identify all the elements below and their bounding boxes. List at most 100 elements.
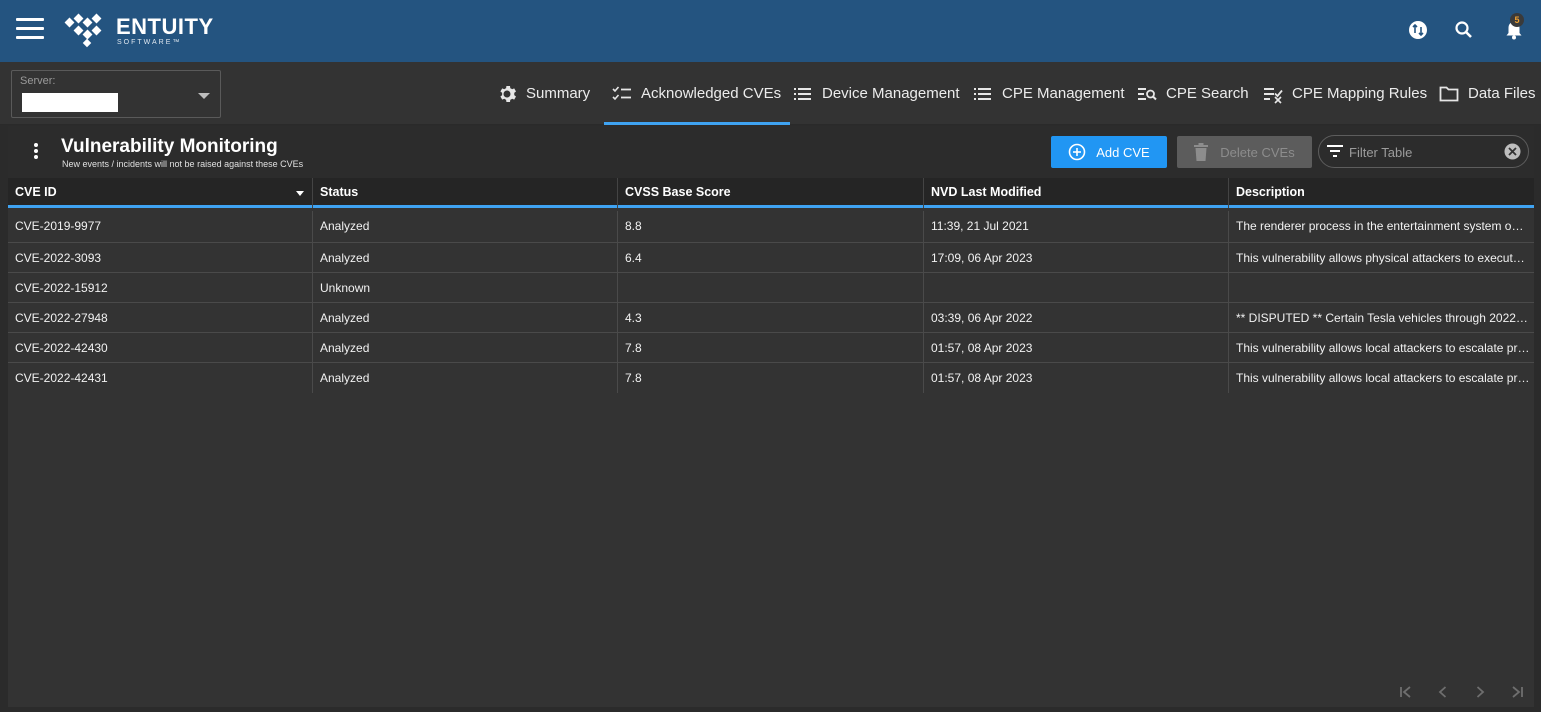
cell-description: This vulnerability allows physical attac… [1229,243,1534,273]
entuity-logo[interactable]: ENTUITY SOFTWARE™ [64,12,214,50]
tab-data-files[interactable]: Data Files [1439,62,1536,125]
cell-status: Analyzed [313,303,618,333]
page-title: Vulnerability Monitoring [61,136,278,157]
tab-cpe-search[interactable]: CPE Search [1137,62,1249,125]
table-body: CVE-2019-9977 Analyzed 8.8 11:39, 21 Jul… [8,211,1534,393]
column-label: Status [320,185,359,199]
table-row[interactable]: CVE-2022-27948 Analyzed 4.3 03:39, 06 Ap… [8,303,1534,333]
list-icon [794,87,811,100]
chevron-down-icon [198,93,210,99]
table-toolbar: Vulnerability Monitoring New events / in… [8,126,1534,178]
server-select[interactable]: Server: [11,70,221,118]
gear-icon [500,85,516,102]
cell-cve-id: CVE-2022-15912 [8,273,313,303]
nav-bar: Server: Summary Acknowledged CVEs Device… [0,62,1541,125]
server-value [22,93,118,112]
server-label: Server: [20,75,56,87]
list-rule-icon [1264,87,1283,104]
table-row[interactable]: CVE-2022-3093 Analyzed 6.4 17:09, 06 Apr… [8,243,1534,273]
cell-description [1229,273,1534,303]
cell-cvss-score: 4.3 [618,303,924,333]
cell-cvss-score: 6.4 [618,243,924,273]
column-header-cvss-base-score[interactable]: CVSS Base Score [618,178,924,208]
tab-label: Device Management [822,85,960,102]
checklist-icon [612,85,631,100]
tab-device-management[interactable]: Device Management [793,62,960,125]
column-label: CVE ID [15,185,57,199]
filter-input[interactable] [1349,142,1499,162]
content-panel: Vulnerability Monitoring New events / in… [8,126,1534,707]
sort-desc-icon [296,191,304,196]
brand-sub: SOFTWARE™ [117,39,182,46]
column-label: NVD Last Modified [931,185,1042,199]
table-row[interactable]: CVE-2019-9977 Analyzed 8.8 11:39, 21 Jul… [8,211,1534,243]
cell-description: The renderer process in the entertainmen… [1229,211,1534,243]
column-header-status[interactable]: Status [313,178,618,208]
delete-cves-label: Delete CVEs [1220,144,1295,160]
cell-cve-id: CVE-2022-42430 [8,333,313,363]
cell-nvd-modified: 03:39, 06 Apr 2022 [924,303,1229,333]
menu-icon[interactable] [16,18,44,40]
cell-cvss-score [618,273,924,303]
add-cve-label: Add CVE [1096,144,1150,160]
tab-cpe-management[interactable]: CPE Management [973,62,1125,125]
cell-cvss-score: 8.8 [618,211,924,243]
tab-label: CPE Search [1166,85,1249,102]
app-header: ENTUITY SOFTWARE™ 5 [0,0,1541,62]
more-vert-icon[interactable] [30,143,42,161]
page-subtitle: New events / incidents will not be raise… [62,159,304,169]
trash-icon [1194,143,1209,161]
delete-cves-button[interactable]: Delete CVEs [1177,136,1312,168]
cell-description: ** DISPUTED ** Certain Tesla vehicles th… [1229,303,1534,333]
cell-cve-id: CVE-2022-27948 [8,303,313,333]
list-search-icon [1138,87,1157,100]
list-icon [974,87,991,100]
next-page-icon[interactable] [1472,684,1488,700]
cell-nvd-modified: 17:09, 06 Apr 2023 [924,243,1229,273]
cell-status: Analyzed [313,243,618,273]
tab-summary[interactable]: Summary [497,62,590,125]
column-label: CVSS Base Score [625,185,731,199]
first-page-icon[interactable] [1398,684,1414,700]
column-header-nvd-last-modified[interactable]: NVD Last Modified [924,178,1229,208]
cell-status: Analyzed [313,333,618,363]
tab-acknowledged-cves[interactable]: Acknowledged CVEs [603,62,791,125]
brand-name: ENTUITY [116,14,214,39]
cell-cvss-score: 7.8 [618,333,924,363]
previous-page-icon[interactable] [1435,684,1451,700]
tab-cpe-mapping-rules[interactable]: CPE Mapping Rules [1263,62,1427,125]
filter-box [1318,135,1529,168]
tab-label: Acknowledged CVEs [641,85,782,102]
filter-icon [1327,145,1343,157]
column-header-description[interactable]: Description [1229,178,1534,208]
add-circle-icon [1068,143,1086,161]
table-row[interactable]: CVE-2022-42430 Analyzed 7.8 01:57, 08 Ap… [8,333,1534,363]
table-row[interactable]: CVE-2022-42431 Analyzed 7.8 01:57, 08 Ap… [8,363,1534,393]
notification-badge: 5 [1510,13,1524,27]
cell-status: Unknown [313,273,618,303]
last-page-icon[interactable] [1509,684,1525,700]
cell-status: Analyzed [313,363,618,393]
column-header-cve-id[interactable]: CVE ID [8,178,313,208]
table-row[interactable]: CVE-2022-15912 Unknown [8,273,1534,303]
cell-cve-id: CVE-2019-9977 [8,211,313,243]
cell-nvd-modified: 01:57, 08 Apr 2023 [924,363,1229,393]
tab-label: Data Files [1468,85,1536,102]
cell-cve-id: CVE-2022-42431 [8,363,313,393]
tab-label: CPE Mapping Rules [1292,85,1428,102]
add-cve-button[interactable]: Add CVE [1051,136,1167,168]
clear-icon[interactable] [1503,142,1522,161]
search-icon[interactable] [1453,19,1475,41]
cell-description: This vulnerability allows local attacker… [1236,371,1534,385]
tab-label: Summary [526,85,591,102]
cell-cvss-score: 7.8 [618,363,924,393]
cell-nvd-modified: 01:57, 08 Apr 2023 [924,333,1229,363]
cell-cve-id: CVE-2022-3093 [8,243,313,273]
cell-status: Analyzed [313,211,618,243]
table-header: CVE ID Status CVSS Base Score NVD Last M… [8,178,1534,208]
column-label: Description [1236,185,1305,199]
tab-label: CPE Management [1002,85,1125,102]
cell-nvd-modified [924,273,1229,303]
sync-icon[interactable] [1407,19,1429,41]
folder-icon [1439,86,1459,101]
